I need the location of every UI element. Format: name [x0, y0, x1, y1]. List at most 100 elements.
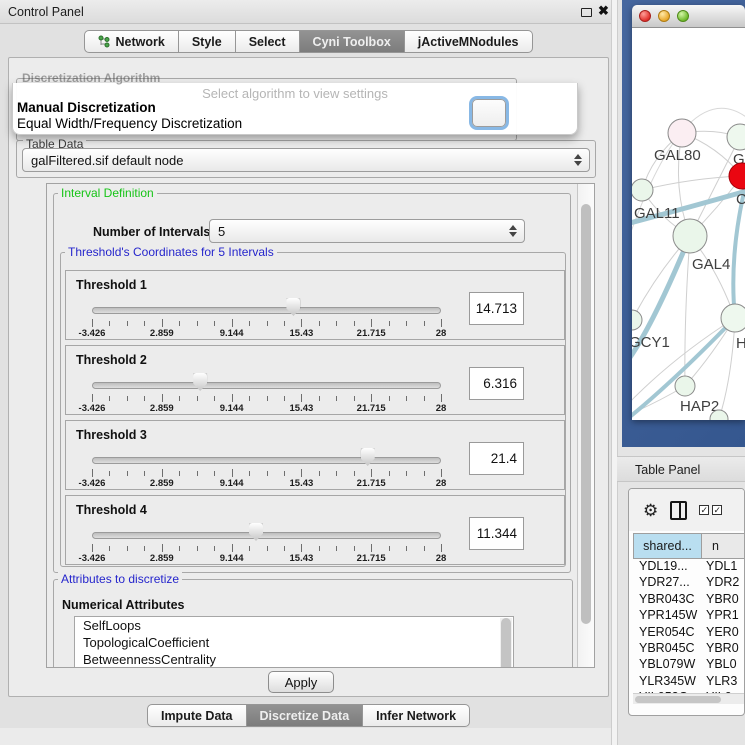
network-node-label: GAL11 — [634, 205, 680, 222]
threshold-value-field[interactable] — [469, 367, 524, 400]
slider-tick-label: 21.715 — [357, 553, 386, 564]
slider-track[interactable] — [92, 457, 441, 464]
slider-track[interactable] — [92, 532, 441, 539]
network-node-gal4[interactable] — [673, 219, 707, 253]
bottom-tab-bar: Impute DataDiscretize DataInfer Network — [0, 704, 617, 727]
slider-tick — [267, 321, 268, 326]
attribute-item-topologicalcoefficient[interactable]: TopologicalCoefficient — [75, 634, 513, 651]
slider-tick — [179, 471, 180, 476]
settings-scrollbar[interactable] — [577, 184, 594, 667]
traffic-light-red-icon[interactable] — [639, 10, 651, 22]
network-node-gal80[interactable] — [668, 119, 696, 147]
slider-tick — [319, 546, 320, 551]
network-node-gcy1[interactable] — [632, 310, 642, 330]
control-panel-window: Control Panel ✖ NetworkStyleSelectCyni T… — [0, 0, 617, 745]
float-window-icon[interactable] — [581, 8, 592, 17]
table-row[interactable]: YER054C YER0 — [633, 625, 745, 641]
attribute-items: SelfLoopsTopologicalCoefficientBetweenne… — [75, 617, 513, 668]
slider-tick-label: -3.426 — [79, 478, 106, 489]
threshold-panel-3: Threshold 3 -3.4262.8599.14415.4321.7152… — [65, 420, 565, 490]
tab-select[interactable]: Select — [236, 30, 300, 53]
network-node-g-cut[interactable] — [727, 124, 745, 150]
slider-tick — [162, 469, 163, 477]
table-row[interactable]: YLR345W YLR3 — [633, 674, 745, 690]
close-icon[interactable]: ✖ — [598, 3, 609, 19]
slider-tick-label: 2.859 — [150, 328, 174, 339]
attribute-item-selfloops[interactable]: SelfLoops — [75, 617, 513, 634]
tab-cyni-toolbox[interactable]: Cyni Toolbox — [300, 30, 405, 53]
slider-tick — [441, 544, 442, 552]
checkbox-icon[interactable]: ✓ — [699, 505, 709, 515]
slider-tick — [319, 471, 320, 476]
algorithm-combobox[interactable] — [472, 99, 506, 127]
network-canvas[interactable]: GAL80GCGAL11GAL4GCY1HHAP2 — [632, 28, 745, 420]
slider-tick — [179, 546, 180, 551]
slider-tick-label: 9.144 — [220, 328, 244, 339]
tab-label: Select — [249, 35, 286, 49]
menu-item-manual-discretization[interactable]: Manual Discretization — [17, 100, 156, 115]
table-panel-titlebar: Table Panel — [617, 456, 745, 482]
number-of-intervals-combobox[interactable]: 5 — [209, 219, 525, 243]
table-row[interactable]: YBR045C YBR0 — [633, 641, 745, 657]
tab-label: Network — [115, 35, 164, 49]
attributes-scrollbar[interactable] — [500, 618, 512, 668]
slider-tick — [354, 321, 355, 326]
apply-button[interactable]: Apply — [268, 671, 334, 693]
number-of-intervals-value: 5 — [218, 224, 225, 239]
panel-splitter[interactable] — [611, 0, 618, 745]
column-header-name[interactable]: n — [701, 533, 745, 559]
slider-tick-label: 2.859 — [150, 478, 174, 489]
settings-gear-icon[interactable]: ⚙ — [643, 502, 658, 519]
column-header-shared[interactable]: shared... — [633, 533, 701, 559]
slider-tick-label: 2.859 — [150, 403, 174, 414]
network-node-gal11[interactable] — [632, 179, 653, 201]
table-row[interactable]: YDR27... YDR2 — [633, 575, 745, 591]
table-row[interactable]: YBR043C YBR0 — [633, 592, 745, 608]
threshold-value-field[interactable] — [469, 292, 524, 325]
slider-tick — [144, 471, 145, 476]
table-data-combobox-value: galFiltered.sif default node — [31, 153, 183, 168]
tab-label: jActiveMNodules — [418, 35, 519, 49]
network-node-hap2[interactable] — [675, 376, 695, 396]
traffic-light-yellow-icon[interactable] — [658, 10, 670, 22]
table-hscrollbar[interactable] — [633, 693, 745, 704]
slider-tick — [336, 396, 337, 401]
slider-tick — [371, 469, 372, 477]
tab-discretize-data[interactable]: Discretize Data — [247, 704, 364, 727]
tab-label: Style — [192, 35, 222, 49]
tab-impute-data[interactable]: Impute Data — [147, 704, 247, 727]
numerical-attributes-list[interactable]: SelfLoopsTopologicalCoefficientBetweenne… — [74, 616, 514, 668]
network-node-h-cut[interactable] — [721, 304, 745, 332]
split-columns-icon[interactable] — [670, 501, 687, 520]
tab-infer-network[interactable]: Infer Network — [363, 704, 470, 727]
threshold-label: Threshold 1 — [76, 278, 147, 292]
slider-tick — [424, 321, 425, 326]
table-row[interactable]: YBL079W YBL0 — [633, 657, 745, 673]
traffic-light-green-icon[interactable] — [677, 10, 689, 22]
menu-item-equal-width-frequency[interactable]: Equal Width/Frequency Discretization — [17, 116, 242, 131]
threshold-panel-2: Threshold 2 -3.4262.8599.14415.4321.7152… — [65, 345, 565, 415]
threshold-value-field[interactable] — [469, 517, 524, 550]
slider-tick — [127, 471, 128, 476]
tab-style[interactable]: Style — [179, 30, 236, 53]
network-node-red-node[interactable] — [729, 163, 745, 189]
table-row[interactable]: YPR145W YPR1 — [633, 608, 745, 624]
slider-tick — [197, 396, 198, 401]
slider-track[interactable] — [92, 307, 441, 314]
slider-tick — [197, 546, 198, 551]
slider-track[interactable] — [92, 382, 441, 389]
slider-tick — [249, 396, 250, 401]
table-data-combobox[interactable]: galFiltered.sif default node — [22, 148, 590, 172]
slider-tick — [354, 396, 355, 401]
threshold-value-field[interactable] — [469, 442, 524, 475]
tab-network[interactable]: Network — [84, 30, 178, 53]
network-node-label: GAL4 — [692, 256, 730, 273]
network-edge[interactable] — [642, 176, 742, 190]
table-row[interactable]: YDL19... YDL1 — [633, 559, 745, 575]
tab-jactivemnodules[interactable]: jActiveMNodules — [405, 30, 533, 53]
checkbox-icon[interactable]: ✓ — [712, 505, 722, 515]
algorithm-group-label: Discretization Algorithm — [22, 71, 160, 85]
slider-tick — [109, 396, 110, 401]
attribute-item-betweennesscentrality[interactable]: BetweennessCentrality — [75, 651, 513, 668]
slider-tick — [301, 469, 302, 477]
